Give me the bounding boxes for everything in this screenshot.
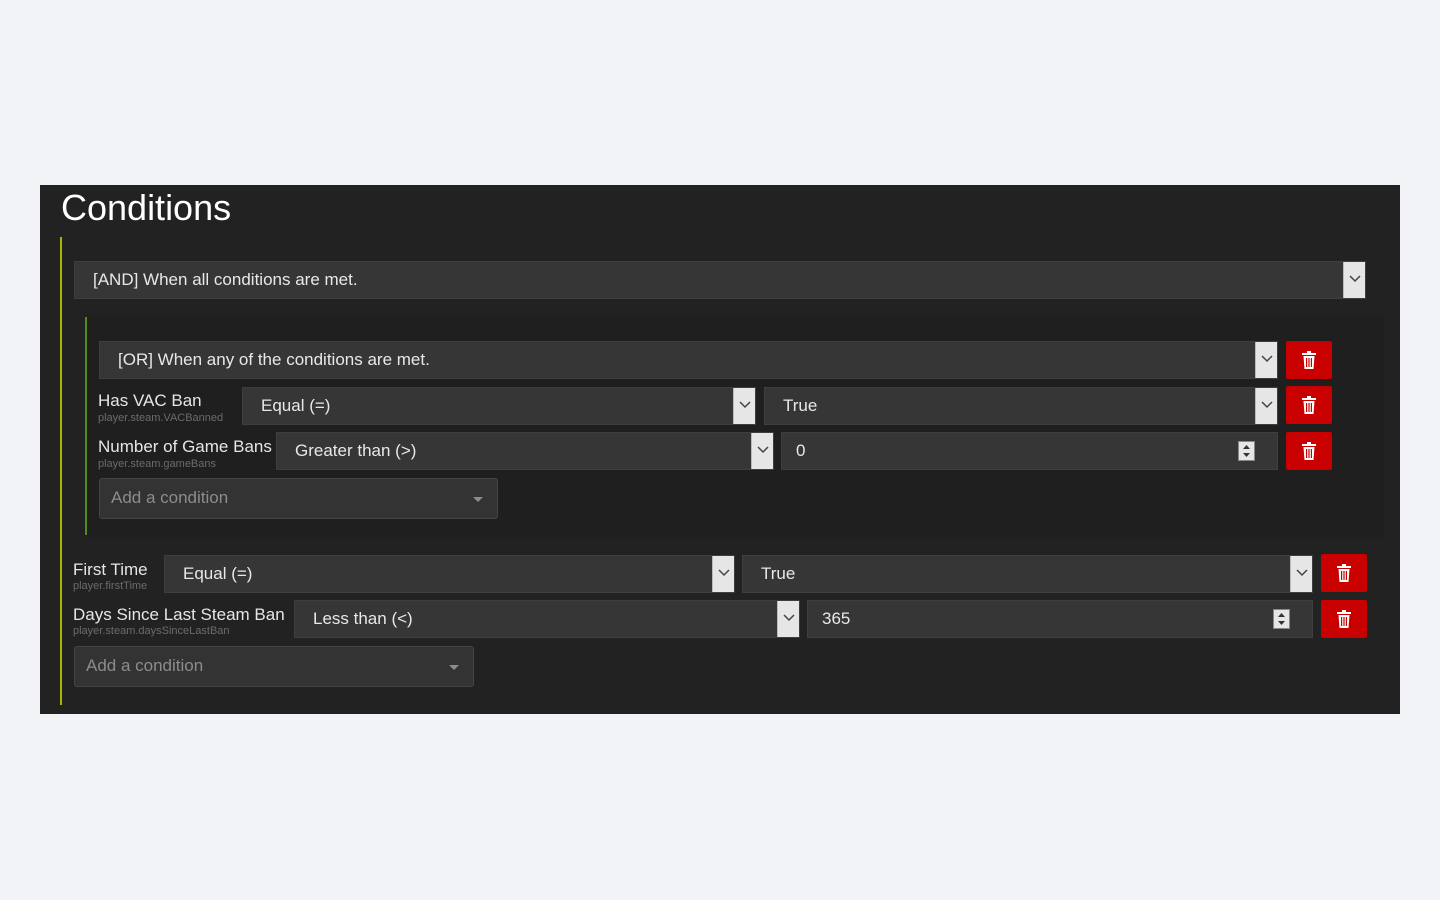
operator-select[interactable]: Equal (=) (242, 387, 756, 425)
chevron-down-icon[interactable] (751, 433, 773, 469)
delete-condition-button[interactable] (1286, 432, 1332, 470)
chevron-down-icon[interactable] (1290, 556, 1312, 592)
condition-path: player.steam.VACBanned (98, 412, 224, 424)
value-value: True (761, 564, 796, 583)
delete-condition-button[interactable] (1321, 600, 1367, 638)
or-group-mode-value: [OR] When any of the conditions are met. (118, 350, 430, 369)
add-condition-placeholder: Add a condition (86, 656, 204, 675)
operator-value: Less than (<) (313, 609, 413, 628)
delete-or-group-button[interactable] (1286, 341, 1332, 379)
operator-value: Equal (=) (183, 564, 253, 583)
spinner-icon[interactable] (1273, 609, 1290, 629)
value-number: 365 (822, 609, 851, 628)
trash-icon (1337, 564, 1351, 582)
condition-label: Number of Game Bans (98, 437, 272, 456)
chevron-down-icon[interactable] (1343, 262, 1365, 298)
operator-select[interactable]: Less than (<) (294, 600, 800, 638)
value-number-input[interactable]: 0 (781, 432, 1278, 470)
operator-value: Equal (=) (261, 396, 331, 415)
trash-icon (1302, 351, 1316, 369)
and-group-mode-select[interactable]: [AND] When all conditions are met. (74, 261, 1366, 299)
chevron-down-icon[interactable] (733, 388, 755, 424)
caret-down-icon (449, 665, 459, 670)
add-condition-select[interactable]: Add a condition (99, 478, 498, 519)
delete-condition-button[interactable] (1286, 386, 1332, 424)
and-group-indicator (60, 237, 62, 705)
operator-value: Greater than (>) (295, 441, 417, 460)
spinner-icon[interactable] (1238, 441, 1255, 461)
value-number-input[interactable]: 365 (807, 600, 1313, 638)
add-condition-select[interactable]: Add a condition (74, 646, 474, 687)
condition-label: First Time (73, 560, 148, 579)
condition-path: player.steam.gameBans (98, 458, 217, 470)
condition-label: Days Since Last Steam Ban (73, 605, 285, 624)
conditions-panel: Conditions [AND] When all conditions are… (40, 185, 1400, 714)
value-value: True (783, 396, 818, 415)
page-title: Conditions (61, 187, 232, 228)
chevron-down-icon[interactable] (1255, 342, 1277, 378)
condition-path: player.steam.daysSinceLastBan (73, 625, 230, 637)
chevron-down-icon[interactable] (1255, 388, 1277, 424)
value-select[interactable]: True (764, 387, 1278, 425)
trash-icon (1337, 610, 1351, 628)
condition-path: player.firstTime (73, 580, 148, 592)
operator-select[interactable]: Equal (=) (164, 555, 735, 593)
chevron-down-icon[interactable] (777, 601, 799, 637)
condition-label: Has VAC Ban (98, 391, 202, 410)
and-group-mode-value: [AND] When all conditions are met. (93, 270, 358, 289)
delete-condition-button[interactable] (1321, 554, 1367, 592)
add-condition-placeholder: Add a condition (111, 488, 229, 507)
trash-icon (1302, 396, 1316, 414)
value-number: 0 (796, 441, 806, 460)
caret-down-icon (473, 497, 483, 502)
operator-select[interactable]: Greater than (>) (276, 432, 774, 470)
chevron-down-icon[interactable] (712, 556, 734, 592)
trash-icon (1302, 442, 1316, 460)
value-select[interactable]: True (742, 555, 1313, 593)
or-group-indicator (85, 317, 87, 535)
or-group-mode-select[interactable]: [OR] When any of the conditions are met. (99, 341, 1278, 379)
